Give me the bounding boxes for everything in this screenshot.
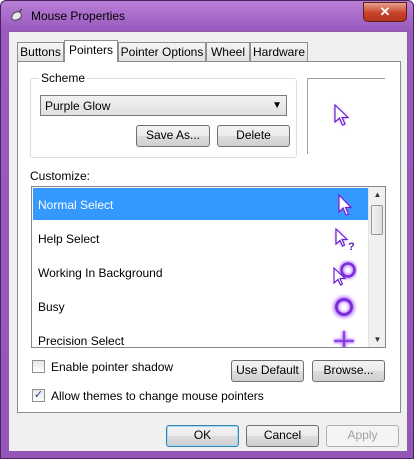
scroll-down-icon[interactable]: ▼ <box>369 332 385 347</box>
tab-pointer-options[interactable]: Pointer Options <box>118 42 206 61</box>
list-item-label: Precision Select <box>38 334 125 348</box>
help-cursor-icon: ? <box>335 227 355 252</box>
ok-button[interactable]: OK <box>166 425 239 447</box>
customize-label: Customize: <box>30 169 91 183</box>
list-item-precision-select[interactable]: Precision Select <box>33 324 369 348</box>
scheme-group-label: Scheme <box>39 71 88 85</box>
allow-themes-checkbox[interactable]: ✓ <box>32 389 45 402</box>
tab-wheel[interactable]: Wheel <box>206 42 250 61</box>
tab-hardware[interactable]: Hardware <box>250 42 308 61</box>
scroll-up-icon[interactable]: ▲ <box>369 187 385 202</box>
apply-button[interactable]: Apply <box>326 425 399 447</box>
use-default-button[interactable]: Use Default <box>231 360 304 382</box>
list-item-normal-select[interactable]: Normal Select <box>33 188 369 220</box>
dialog-button-bar: OK Cancel Apply <box>9 421 407 453</box>
cursor-list[interactable]: Normal Select Help Select ? Working In B… <box>31 186 386 348</box>
pointer-preview <box>307 78 385 154</box>
list-item-label: Help Select <box>38 232 100 246</box>
close-button[interactable]: ✕ <box>363 2 407 22</box>
delete-button[interactable]: Delete <box>217 125 290 147</box>
svg-text:?: ? <box>348 241 355 252</box>
cancel-button[interactable]: Cancel <box>246 425 319 447</box>
checkmark-icon: ✓ <box>33 389 44 401</box>
browse-button[interactable]: Browse... <box>312 360 385 382</box>
enable-pointer-shadow-label: Enable pointer shadow <box>51 360 174 374</box>
list-item-working-in-background[interactable]: Working In Background <box>33 256 369 288</box>
mouse-properties-window: Mouse Properties ✕ Buttons Pointers Poin… <box>0 0 414 459</box>
busy-cursor-icon <box>333 296 355 318</box>
enable-pointer-shadow-checkbox[interactable] <box>32 360 45 373</box>
list-item-help-select[interactable]: Help Select ? <box>33 222 369 254</box>
window-title: Mouse Properties <box>31 9 126 23</box>
pointers-tab-panel: Scheme Purple Glow ▼ Save As... Delete C… <box>17 61 401 413</box>
chevron-down-icon: ▼ <box>272 100 282 111</box>
list-item-busy[interactable]: Busy <box>33 290 369 322</box>
list-item-label: Working In Background <box>38 266 163 280</box>
working-cursor-icon <box>333 261 357 286</box>
mouse-icon <box>11 8 23 21</box>
list-item-label: Normal Select <box>38 198 114 212</box>
crosshair-cursor-icon <box>334 331 354 347</box>
scheme-group: Scheme Purple Glow ▼ Save As... Delete <box>30 71 297 158</box>
save-as-button[interactable]: Save As... <box>136 125 210 147</box>
list-scrollbar[interactable]: ▲ ▼ <box>368 187 385 347</box>
dialog-client-area: Buttons Pointers Pointer Options Wheel H… <box>8 31 408 452</box>
tab-pointers[interactable]: Pointers <box>64 40 118 62</box>
list-item-label: Busy <box>38 300 65 314</box>
allow-themes-label: Allow themes to change mouse pointers <box>51 389 264 403</box>
close-icon: ✕ <box>379 4 391 19</box>
scroll-thumb[interactable] <box>371 205 383 235</box>
title-bar[interactable]: Mouse Properties ✕ <box>1 1 413 31</box>
scheme-dropdown[interactable]: Purple Glow ▼ <box>40 95 287 116</box>
arrow-cursor-icon <box>338 193 353 216</box>
arrow-cursor-icon <box>334 103 350 126</box>
tab-buttons[interactable]: Buttons <box>17 42 64 61</box>
scheme-selected-value: Purple Glow <box>45 99 111 113</box>
